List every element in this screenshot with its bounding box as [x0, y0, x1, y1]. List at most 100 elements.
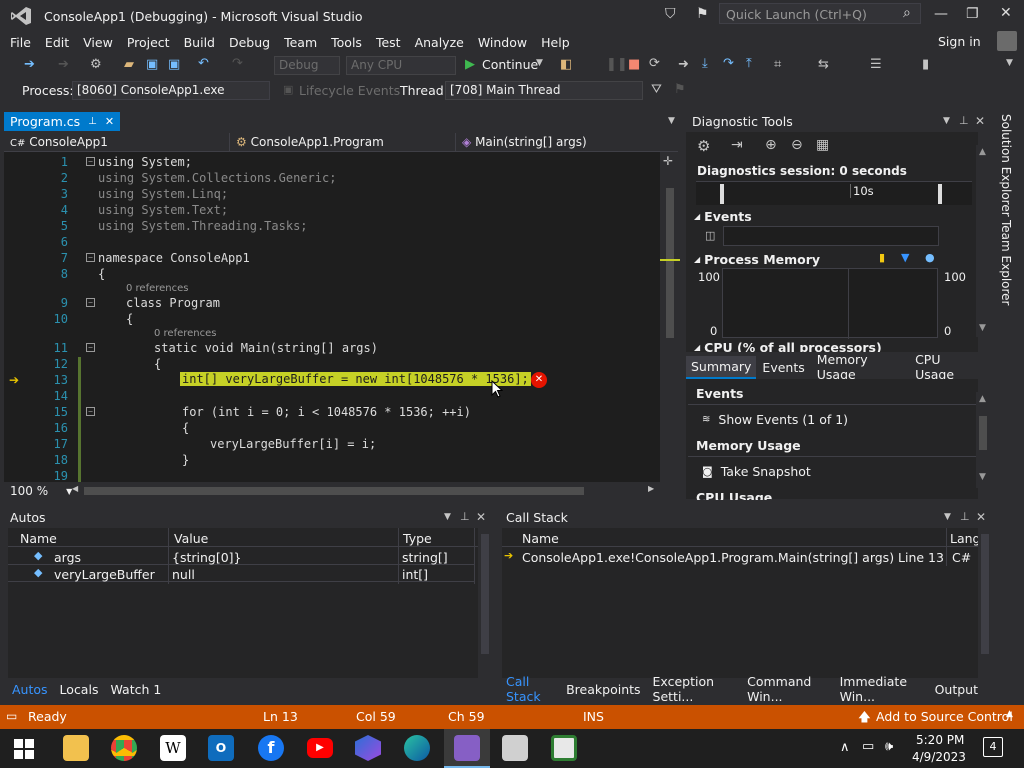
column-name[interactable]: Name [522, 531, 559, 546]
callstack-pin-icon[interactable]: ⊥ [960, 510, 970, 523]
menu-analyze[interactable]: Analyze [415, 35, 464, 50]
menu-project[interactable]: Project [127, 35, 170, 50]
application-insights-icon[interactable]: ◧ [560, 57, 572, 72]
undo-icon[interactable]: ↶ [198, 56, 209, 71]
member-dropdown[interactable]: ◈ Main(string[] args) [456, 133, 678, 151]
select-tools-icon[interactable]: ⇥ [731, 137, 743, 153]
comment-icon[interactable]: ☰ [870, 57, 882, 72]
tab-dropdown-icon[interactable]: ▼ [668, 116, 675, 126]
notification-center-icon[interactable]: 4 [983, 737, 1003, 757]
search-icon[interactable]: ⌕ [903, 5, 911, 21]
table-row[interactable]: ◆ args {string[0]} string[] [8, 548, 474, 565]
column-value[interactable]: Value [174, 531, 208, 546]
format-icon[interactable]: ⇆ [818, 57, 829, 72]
bookmark-icon[interactable]: ▮ [922, 57, 929, 72]
filter-icon[interactable]: ⛛ [651, 82, 662, 97]
clock-date[interactable]: 4/9/2023 [912, 750, 966, 764]
column-lang[interactable]: Lang [950, 531, 980, 546]
code-editor[interactable]: 1 2 3 4 5 6 7 8 9 10 11 12 13 14 15 16 1… [4, 152, 680, 482]
zoom-out-icon[interactable]: ⊖ [791, 137, 803, 153]
tab-breakpoints[interactable]: Breakpoints [566, 682, 640, 697]
autos-close-icon[interactable]: ✕ [476, 510, 486, 524]
quick-launch-input[interactable]: Quick Launch (Ctrl+Q) [719, 3, 921, 24]
toolbar-overflow-icon[interactable]: ▼ [1006, 58, 1013, 68]
collapse-icon[interactable]: − [86, 253, 95, 262]
autos-value-cell[interactable]: {string[0]} [172, 550, 242, 565]
menu-view[interactable]: View [83, 35, 113, 50]
menu-edit[interactable]: Edit [45, 35, 69, 50]
console-app-icon[interactable] [551, 735, 577, 761]
account-avatar-icon[interactable] [997, 31, 1017, 51]
outlook-icon[interactable]: O [208, 735, 234, 761]
show-events-link[interactable]: ≋ Show Events (1 of 1) [702, 412, 848, 427]
diag-close-icon[interactable]: ✕ [975, 114, 985, 128]
source-control-dropdown-icon[interactable]: ▲ [1006, 709, 1013, 719]
scroll-left-icon[interactable]: ◀ [72, 484, 78, 493]
new-project-icon[interactable]: ⚙ [90, 57, 102, 72]
step-over-icon[interactable]: ↷ [723, 56, 734, 71]
tab-summary[interactable]: Summary [686, 355, 757, 379]
redo-icon[interactable]: ↷ [232, 56, 243, 71]
facebook-icon[interactable]: f [258, 735, 284, 761]
diag-summary-scrollbar[interactable]: ▲ ▼ [976, 392, 990, 488]
scroll-right-icon[interactable]: ▶ [648, 484, 654, 493]
chrome-icon[interactable] [111, 735, 137, 761]
callstack-dropdown-icon[interactable]: ▼ [944, 512, 951, 522]
step-into-icon[interactable]: ⤓ [702, 56, 708, 71]
file-explorer-icon[interactable] [63, 735, 89, 761]
tab-immediate-window[interactable]: Immediate Win... [840, 674, 923, 704]
scrollbar-thumb[interactable] [666, 188, 674, 338]
tab-exception-settings[interactable]: Exception Setti... [653, 674, 736, 704]
step-out-icon[interactable]: ⤒ [746, 56, 752, 71]
menu-file[interactable]: File [10, 35, 31, 50]
remote-desktop-icon[interactable] [502, 735, 528, 761]
break-all-icon[interactable]: ❚❚ [606, 57, 628, 72]
tab-command-window[interactable]: Command Win... [747, 674, 828, 704]
tab-call-stack[interactable]: Call Stack [506, 674, 554, 704]
autos-scrollbar[interactable] [478, 528, 492, 678]
take-snapshot-button[interactable]: ◙ Take Snapshot [702, 464, 811, 479]
editor-horizontal-scrollbar[interactable] [84, 487, 584, 495]
tab-watch-1[interactable]: Watch 1 [110, 682, 161, 697]
hex-display-icon[interactable]: ⌗ [774, 57, 781, 72]
notifications-icon[interactable]: ⚑ [696, 6, 709, 22]
menu-debug[interactable]: Debug [229, 35, 270, 50]
autos-value-cell[interactable]: null [172, 567, 195, 582]
cpu-track-header[interactable]: ◢ CPU (% of all processors) [694, 342, 882, 352]
flag-thread-icon[interactable]: ⚑ [674, 82, 686, 97]
collapse-icon[interactable]: − [86, 298, 95, 307]
tab-memory-usage[interactable]: Memory Usage [817, 352, 903, 382]
menu-tools[interactable]: Tools [331, 35, 362, 50]
pause-events-icon[interactable]: ◫ [705, 229, 715, 242]
sign-in-link[interactable]: Sign in [938, 34, 981, 49]
diag-pin-icon[interactable]: ⊥ [959, 114, 969, 127]
reset-view-icon[interactable]: ▦ [816, 137, 829, 153]
lifecycle-events-select[interactable]: Lifecycle Events [299, 83, 400, 98]
diag-dropdown-icon[interactable]: ▼ [943, 116, 950, 126]
menu-build[interactable]: Build [184, 35, 215, 50]
callstack-close-icon[interactable]: ✕ [976, 510, 986, 524]
menu-team[interactable]: Team [284, 35, 317, 50]
close-tab-icon[interactable]: ✕ [105, 115, 114, 128]
tab-cpu-usage[interactable]: CPU Usage [915, 352, 978, 382]
process-select[interactable]: [8060] ConsoleApp1.exe [72, 81, 270, 100]
open-file-icon[interactable]: ▰ [124, 57, 134, 72]
youtube-icon[interactable]: ▶ [307, 738, 333, 758]
wikipedia-icon[interactable]: W [160, 735, 186, 761]
restart-icon[interactable]: ⟳ [649, 56, 660, 71]
class-dropdown[interactable]: ⚙ ConsoleApp1.Program [230, 133, 456, 151]
table-row[interactable]: ◆ veryLargeBuffer null int[] [8, 565, 474, 582]
column-name[interactable]: Name [20, 531, 57, 546]
team-explorer-tab[interactable]: Team Explorer [999, 220, 1013, 306]
tab-autos[interactable]: Autos [12, 682, 48, 697]
minimize-icon[interactable]: — [934, 6, 948, 22]
menu-window[interactable]: Window [478, 35, 527, 50]
source-control-up-arrow-icon[interactable]: 🡅 [858, 708, 871, 729]
show-next-statement-icon[interactable]: ➜ [678, 57, 689, 72]
zoom-in-icon[interactable]: ⊕ [765, 137, 777, 153]
tab-program-cs[interactable]: Program.cs ⊥ ✕ [4, 112, 121, 131]
save-all-icon[interactable]: ▣ [168, 57, 180, 72]
autos-dropdown-icon[interactable]: ▼ [444, 512, 451, 522]
show-hidden-icons-icon[interactable]: ∧ [840, 740, 850, 755]
timeline-left-handle[interactable] [720, 184, 724, 204]
